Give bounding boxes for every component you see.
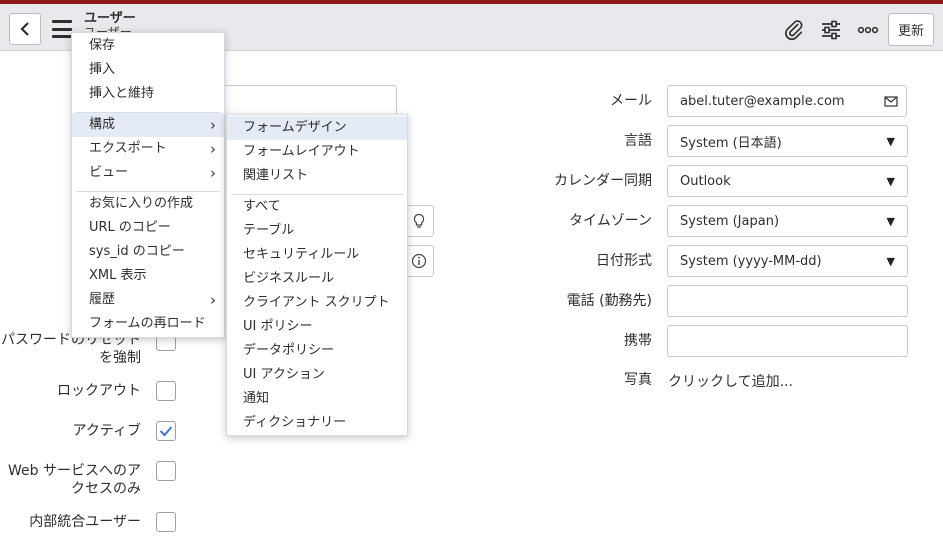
- envelope-icon: [884, 95, 898, 107]
- chevron-left-icon: [20, 22, 29, 36]
- active-label: アクティブ: [72, 423, 141, 439]
- submenu-item-all[interactable]: すべて: [227, 195, 407, 219]
- submenu-item-form-design[interactable]: フォームデザイン: [227, 116, 407, 140]
- web-service-checkbox[interactable]: [156, 461, 176, 481]
- attachment-icon[interactable]: [782, 18, 806, 42]
- submenu-item-form-layout[interactable]: フォームレイアウト: [227, 140, 407, 164]
- calendar-sync-label: カレンダー同期: [554, 173, 652, 189]
- submenu-item-table[interactable]: テーブル: [227, 219, 407, 243]
- active-checkbox[interactable]: [156, 421, 176, 441]
- language-label: 言語: [624, 133, 652, 149]
- page-title: ユーザー: [84, 11, 136, 26]
- timezone-label: タイムゾーン: [568, 213, 652, 229]
- chevron-down-icon: ▼: [886, 134, 895, 148]
- password-reset-label-line2: を強制: [99, 350, 141, 366]
- calendar-sync-select[interactable]: Outlook ▼: [667, 165, 908, 197]
- send-email-button[interactable]: [876, 85, 907, 117]
- mobile-phone-field[interactable]: [667, 325, 908, 357]
- submenu-item-ui-actions[interactable]: UI アクション: [227, 363, 407, 387]
- menu-item-copy-sys-id[interactable]: sys_id のコピー: [72, 240, 224, 264]
- menu-item-show-xml[interactable]: XML 表示: [72, 264, 224, 288]
- web-service-label-line2: クセスのみ: [71, 481, 141, 497]
- email-field[interactable]: abel.tuter@example.com: [667, 85, 877, 117]
- business-phone-label: 電話 (勤務先): [566, 293, 652, 309]
- business-phone-field[interactable]: [667, 285, 908, 317]
- back-button[interactable]: [9, 13, 41, 45]
- chevron-down-icon: ▼: [886, 174, 895, 188]
- menu-item-save[interactable]: 保存: [72, 34, 224, 58]
- chevron-right-icon: ›: [210, 291, 216, 309]
- menu-item-view[interactable]: ビュー ›: [72, 161, 224, 185]
- context-menu-icon[interactable]: [52, 20, 72, 38]
- web-service-label-line1: Web サービスへのア: [8, 463, 141, 479]
- submenu-item-data-policies[interactable]: データポリシー: [227, 339, 407, 363]
- locked-out-checkbox[interactable]: [156, 381, 176, 401]
- menu-item-insert[interactable]: 挿入: [72, 58, 224, 82]
- menu-item-export[interactable]: エクスポート ›: [72, 137, 224, 161]
- menu-item-create-favorite[interactable]: お気に入りの作成: [72, 192, 224, 216]
- menu-item-configure[interactable]: 構成 ›: [72, 113, 224, 137]
- internal-integration-checkbox[interactable]: [156, 512, 176, 532]
- timezone-select[interactable]: System (Japan) ▼: [667, 205, 908, 237]
- more-options-icon[interactable]: [856, 18, 880, 42]
- chevron-down-icon: ▼: [886, 214, 895, 228]
- personalize-form-icon[interactable]: [819, 18, 843, 42]
- menu-item-insert-and-stay[interactable]: 挿入と維持: [72, 82, 224, 106]
- internal-integration-label: 内部統合ユーザー: [29, 514, 141, 530]
- submenu-item-client-scripts[interactable]: クライアント スクリプト: [227, 291, 407, 315]
- configure-submenu: フォームデザイン フォームレイアウト 関連リスト すべて テーブル セキュリティ…: [226, 114, 408, 436]
- photo-label: 写真: [624, 372, 652, 388]
- submenu-item-notifications[interactable]: 通知: [227, 387, 407, 411]
- update-button[interactable]: 更新: [888, 13, 934, 46]
- menu-item-history[interactable]: 履歴 ›: [72, 288, 224, 312]
- menu-item-reload-form[interactable]: フォームの再ロード: [72, 312, 224, 336]
- submenu-item-security-rules[interactable]: セキュリティルール: [227, 243, 407, 267]
- submenu-item-business-rules[interactable]: ビジネスルール: [227, 267, 407, 291]
- chevron-down-icon: ▼: [886, 254, 895, 268]
- chevron-right-icon: ›: [210, 164, 216, 182]
- add-photo-link[interactable]: クリックして追加...: [668, 371, 793, 391]
- submenu-item-dictionary[interactable]: ディクショナリー: [227, 411, 407, 435]
- checkmark-icon: [159, 426, 173, 437]
- date-format-label: 日付形式: [596, 253, 652, 269]
- language-select[interactable]: System (日本語) ▼: [667, 125, 908, 157]
- menu-item-copy-url[interactable]: URL のコピー: [72, 216, 224, 240]
- email-label: メール: [610, 93, 652, 109]
- submenu-item-ui-policies[interactable]: UI ポリシー: [227, 315, 407, 339]
- locked-out-label: ロックアウト: [57, 383, 141, 399]
- chevron-right-icon: ›: [210, 140, 216, 158]
- mobile-phone-label: 携帯: [624, 333, 652, 349]
- date-format-select[interactable]: System (yyyy-MM-dd) ▼: [667, 245, 908, 277]
- submenu-item-related-lists[interactable]: 関連リスト: [227, 164, 407, 188]
- context-menu: 保存 挿入 挿入と維持 構成 › エクスポート › ビュー › お気に入りの作成 UR…: [71, 32, 225, 338]
- chevron-right-icon: ›: [210, 116, 216, 134]
- name-field-partial[interactable]: [220, 85, 397, 117]
